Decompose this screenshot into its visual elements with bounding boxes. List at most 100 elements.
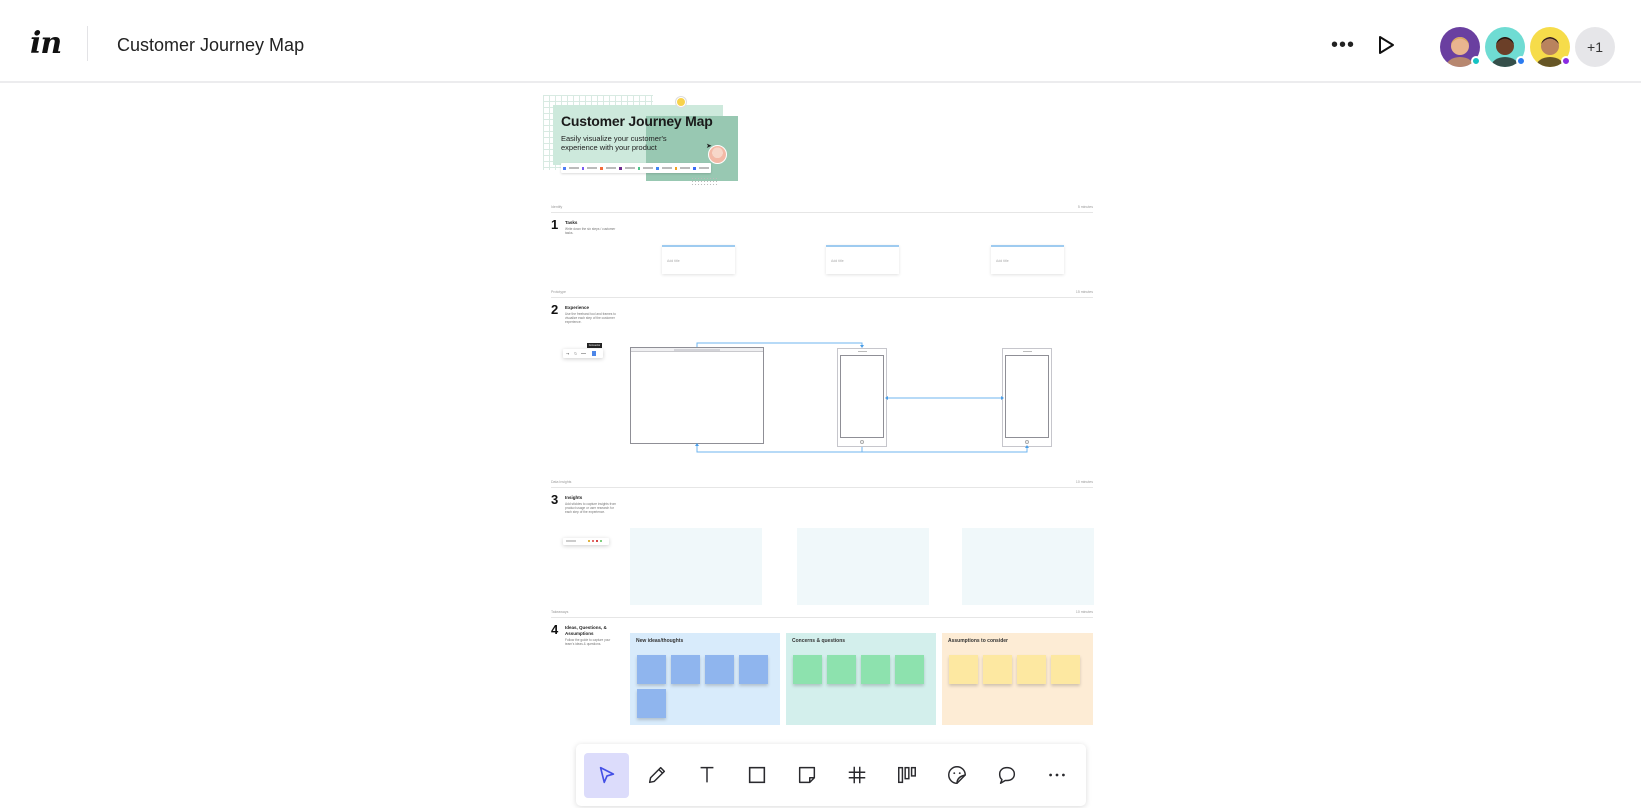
section-time: 10 minutes xyxy=(1075,610,1093,614)
connector-toolbar-example: ⇝ ↻ xyxy=(563,349,603,358)
sticky-note[interactable] xyxy=(739,655,768,684)
pen-tool[interactable] xyxy=(634,753,679,798)
section-label: Data Insights xyxy=(551,480,572,484)
present-button[interactable] xyxy=(1374,33,1398,57)
cluster-title: New ideas/thoughts xyxy=(636,638,684,644)
sticky-note[interactable] xyxy=(861,655,890,684)
whiteboard-canvas[interactable]: Customer Journey Map Easily visualize yo… xyxy=(0,85,1641,808)
sticky-cluster[interactable]: Assumptions to consider xyxy=(942,633,1093,725)
section-number: 3 xyxy=(551,492,559,507)
comment-icon xyxy=(998,766,1015,784)
section-title: Experience xyxy=(565,305,590,310)
integration-label xyxy=(680,167,691,169)
sticky-cluster[interactable]: Concerns & questions xyxy=(786,633,936,725)
avatar[interactable] xyxy=(1485,27,1526,67)
more-options-button[interactable]: ••• xyxy=(1328,30,1358,60)
sticky-note[interactable] xyxy=(1051,655,1080,684)
mobile-frame[interactable] xyxy=(837,348,887,447)
sticky-note[interactable] xyxy=(637,655,666,684)
status-indicator xyxy=(1516,56,1526,66)
mobile-screen xyxy=(840,355,884,438)
task-card-title[interactable]: Add title xyxy=(996,259,1009,263)
template-hero-card[interactable]: Customer Journey Map Easily visualize yo… xyxy=(543,95,738,185)
sticky-note[interactable] xyxy=(895,655,924,684)
task-card-title[interactable]: Add title xyxy=(667,259,680,263)
task-card[interactable]: Add title xyxy=(662,245,735,274)
sticky-note[interactable] xyxy=(1017,655,1046,684)
sticky-note[interactable] xyxy=(827,655,856,684)
more-horizontal-icon xyxy=(1048,773,1065,777)
avatar[interactable] xyxy=(1440,27,1481,67)
insight-area[interactable] xyxy=(797,528,929,605)
insight-area[interactable] xyxy=(630,528,762,605)
section-header-4: Takeaways 10 minutes xyxy=(551,610,1093,618)
sticker-icon xyxy=(947,766,966,784)
section-number: 1 xyxy=(551,217,559,232)
frame-label xyxy=(1023,351,1032,352)
browser-url-bar xyxy=(674,348,720,351)
integration-label xyxy=(624,167,635,169)
integration-label xyxy=(661,167,672,169)
section-label: Identify xyxy=(551,205,563,209)
integration-icon xyxy=(693,166,697,170)
sticky-note[interactable] xyxy=(671,655,700,684)
desktop-frame[interactable] xyxy=(630,347,764,444)
sticker-tool[interactable] xyxy=(934,753,979,798)
section-description: Write down the six steps / customer task… xyxy=(565,227,616,236)
task-card[interactable]: Add title xyxy=(991,245,1064,274)
section-description: Add stickies to capture insights from pr… xyxy=(565,502,617,515)
task-card[interactable]: Add title xyxy=(826,245,899,274)
sticky-note[interactable] xyxy=(949,655,978,684)
sticky-toolbar-example xyxy=(563,538,609,545)
cluster-title: Assumptions to consider xyxy=(948,638,1009,644)
integration-icon xyxy=(618,166,622,170)
sticky-note[interactable] xyxy=(705,655,734,684)
more-tools[interactable] xyxy=(1034,753,1079,798)
sticky-cluster[interactable]: New ideas/thoughts xyxy=(630,633,780,725)
collaborators-list: +1 xyxy=(1440,27,1615,67)
pencil-icon xyxy=(648,766,665,784)
integration-label xyxy=(643,167,654,169)
section-header-2: Prototype 15 minutes xyxy=(551,290,1093,298)
integration-icon xyxy=(563,166,566,170)
layout-tool[interactable] xyxy=(884,753,929,798)
home-button xyxy=(1025,440,1029,444)
integrations-bar xyxy=(561,163,711,173)
section-time: 5 minutes xyxy=(1077,205,1093,209)
section-label: Prototype xyxy=(551,290,566,294)
sticky-note[interactable] xyxy=(793,655,822,684)
mobile-frame[interactable] xyxy=(1002,348,1052,447)
hash-icon xyxy=(848,766,865,784)
shape-tool[interactable] xyxy=(734,753,779,798)
frame-label xyxy=(858,351,867,352)
columns-icon xyxy=(897,766,916,784)
text-tool[interactable] xyxy=(684,753,729,798)
more-collaborators-badge[interactable]: +1 xyxy=(1575,27,1615,67)
section-number: 4 xyxy=(551,622,559,637)
sticky-note[interactable] xyxy=(983,655,1012,684)
section-time: 15 minutes xyxy=(1075,290,1093,294)
avatar[interactable] xyxy=(1530,27,1571,67)
integration-label xyxy=(587,167,598,169)
comment-tool[interactable] xyxy=(984,753,1029,798)
insight-area[interactable] xyxy=(962,528,1094,605)
tooltip: Connector xyxy=(587,343,602,348)
invision-logo[interactable]: in xyxy=(30,26,62,61)
section-title: Tasks xyxy=(565,220,578,225)
sticky-note-tool[interactable] xyxy=(784,753,829,798)
status-indicator xyxy=(1471,56,1481,66)
person-avatar xyxy=(708,145,727,164)
section-description: Use the freehand tool and frames to visu… xyxy=(565,312,616,325)
document-title[interactable]: Customer Journey Map xyxy=(117,35,304,56)
sticky-note-icon xyxy=(798,766,815,784)
emoji-sticker-icon xyxy=(676,97,686,107)
top-bar: in Customer Journey Map ••• +1 xyxy=(0,0,1641,83)
section-title: Ideas, Questions, & Assumptions xyxy=(565,625,607,636)
integration-icon xyxy=(581,166,585,170)
task-card-title[interactable]: Add title xyxy=(831,259,844,263)
select-tool[interactable] xyxy=(584,752,629,798)
frame-tool[interactable] xyxy=(834,753,879,798)
hero-title: Customer Journey Map xyxy=(561,113,713,129)
more-horizontal-icon: ••• xyxy=(1330,33,1355,56)
sticky-note[interactable] xyxy=(637,689,666,718)
